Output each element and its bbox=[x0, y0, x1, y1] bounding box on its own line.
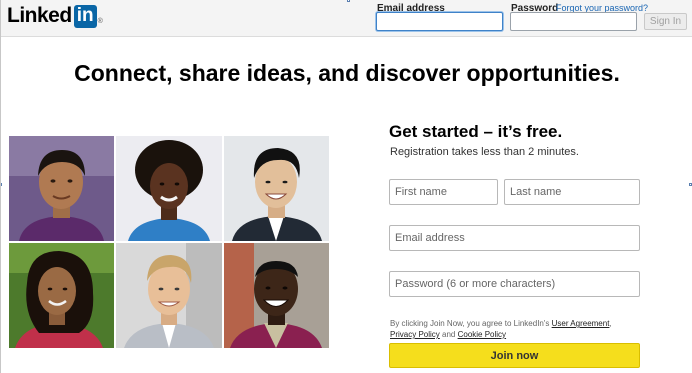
logo-in-box: in bbox=[73, 4, 97, 28]
terms-notice: By clicking Join Now, you agree to Linke… bbox=[390, 318, 640, 340]
member-photo-6 bbox=[224, 243, 329, 348]
person-portrait-icon bbox=[224, 243, 329, 348]
person-portrait-icon bbox=[9, 136, 114, 241]
terms-and: and bbox=[439, 330, 458, 339]
linkedin-logo[interactable]: Linked in ® bbox=[7, 4, 103, 28]
top-header: Linked in ® Email address Password Forgo… bbox=[1, 0, 692, 37]
hero-headline: Connect, share ideas, and discover oppor… bbox=[74, 60, 620, 86]
join-now-button[interactable]: Join now bbox=[389, 343, 640, 368]
last-name-input[interactable] bbox=[504, 179, 640, 205]
terms-prefix: By clicking Join Now, you agree to Linke… bbox=[390, 319, 552, 328]
person-portrait-icon bbox=[116, 136, 222, 241]
person-portrait-icon bbox=[9, 243, 114, 348]
privacy-policy-link[interactable]: Privacy Policy bbox=[390, 330, 440, 339]
selection-handle-left bbox=[1, 183, 2, 186]
member-photo-grid bbox=[9, 136, 329, 348]
signup-password-input[interactable] bbox=[389, 271, 640, 297]
member-photo-5 bbox=[116, 243, 222, 348]
member-photo-2 bbox=[116, 136, 222, 241]
logo-registered-mark: ® bbox=[97, 18, 103, 25]
person-portrait-icon bbox=[116, 243, 222, 348]
signup-email-input[interactable] bbox=[389, 225, 640, 251]
person-portrait-icon bbox=[224, 136, 329, 241]
linkedin-home-page: Linked in ® Email address Password Forgo… bbox=[0, 0, 692, 373]
user-agreement-link[interactable]: User Agreement bbox=[552, 319, 610, 328]
member-photo-1 bbox=[9, 136, 114, 241]
header-password-input[interactable] bbox=[510, 12, 637, 31]
signup-subtitle: Registration takes less than 2 minutes. bbox=[390, 146, 579, 158]
member-photo-4 bbox=[9, 243, 114, 348]
terms-comma: , bbox=[609, 319, 612, 328]
first-name-input[interactable] bbox=[389, 179, 498, 205]
sign-in-button[interactable]: Sign In bbox=[644, 13, 687, 30]
member-photo-3 bbox=[224, 136, 329, 241]
header-email-input[interactable] bbox=[376, 12, 503, 31]
logo-text: Linked bbox=[7, 4, 72, 27]
cookie-policy-link[interactable]: Cookie Policy bbox=[458, 330, 506, 339]
selection-handle-top bbox=[347, 0, 350, 2]
signup-title: Get started – it’s free. bbox=[389, 122, 563, 141]
